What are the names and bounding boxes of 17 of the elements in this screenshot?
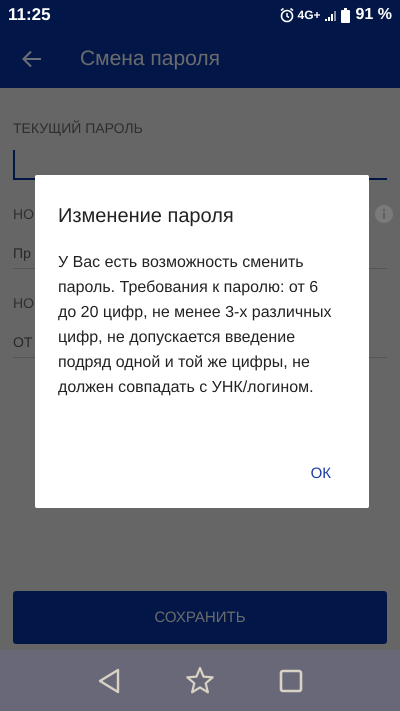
battery-level: 91 % [356,6,392,24]
status-time: 11:25 [8,5,51,25]
screen-title: Смена пароля [80,47,220,71]
battery-icon [340,8,350,22]
square-icon[interactable] [279,668,303,692]
network-type: 4G+ [298,8,321,22]
back-arrow-icon[interactable] [22,50,42,68]
field-label: НО [13,295,34,311]
field-label: НО [13,206,34,222]
back-triangle-icon[interactable] [97,668,121,694]
ok-button[interactable]: ОК [302,459,339,488]
dialog-message: У Вас есть возможность сменить пароль. Требования к паролю: от 6 до 20 цифр, не менее 3-х различных цифр, не допускается введение подряд одной и той же цифры, не должен совпадать с УНК/логином. [58,253,333,398]
field-label: ТЕКУЩИЙ ПАРОЛЬ [13,120,143,136]
star-icon[interactable] [185,666,215,695]
dialog-title: Изменение пароля [58,205,235,228]
alarm-clock-icon [278,7,295,23]
signal-icon [324,8,338,22]
